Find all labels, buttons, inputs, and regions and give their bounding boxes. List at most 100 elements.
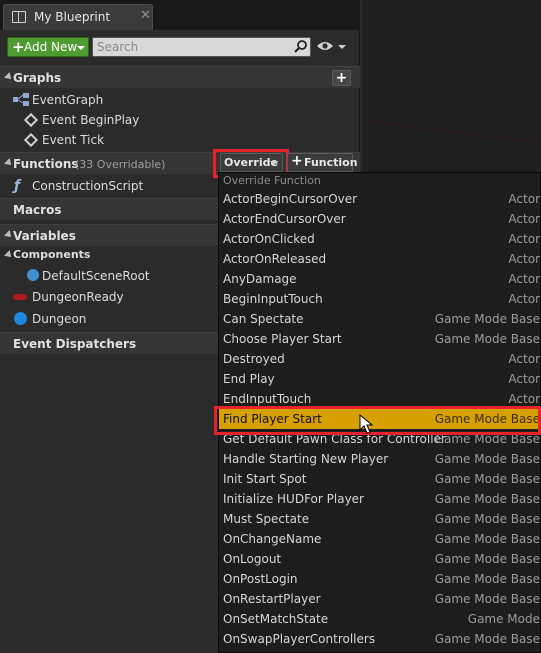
menu-item-name: AnyDamage (223, 272, 297, 286)
variable-item-label: DefaultSceneRoot (42, 269, 150, 283)
event-icon (23, 112, 39, 128)
section-graphs[interactable]: Graphs + (0, 66, 360, 88)
menu-item-name: Choose Player Start (223, 332, 342, 346)
section-title: Functions (13, 157, 79, 171)
menu-item[interactable]: Choose Player Start Game Mode Base (219, 329, 540, 349)
menu-item-name: Handle Starting New Player (223, 452, 389, 466)
graph-item-event-beginplay[interactable]: Event BeginPlay (0, 110, 220, 130)
menu-item[interactable]: Must Spectate Game Mode Base (219, 509, 540, 529)
components-title: Components (13, 248, 91, 261)
menu-item-name: Destroyed (223, 352, 285, 366)
menu-item[interactable]: OnSetMatchState Game Mode (219, 609, 540, 629)
graph-item-eventgraph[interactable]: EventGraph (0, 90, 220, 110)
menu-item-name: OnLogout (223, 552, 282, 566)
variable-item-dungeon[interactable]: Dungeon (0, 309, 220, 329)
function-item-constructionscript[interactable]: ƒ ConstructionScript (0, 176, 220, 196)
graph-item-label: Event Tick (42, 133, 105, 147)
add-new-button[interactable]: + Add New (7, 37, 89, 57)
tab-bar: My Blueprint ✕ (0, 0, 360, 30)
menu-item-category: Game Mode Base (434, 532, 540, 546)
selected-row-highlight-box (214, 406, 541, 435)
variable-item-label: DungeonReady (32, 290, 124, 304)
scene-component-icon (27, 269, 39, 281)
section-title: Event Dispatchers (13, 337, 137, 351)
section-title: Variables (13, 229, 76, 243)
menu-item-category: Game Mode Base (434, 552, 540, 566)
menu-item-category: Game Mode Base (434, 312, 540, 326)
menu-item[interactable]: Initialize HUDFor Player Game Mode Base (219, 489, 540, 509)
menu-item-category: Game Mode Base (434, 332, 540, 346)
menu-item[interactable]: OnPostLogin Game Mode Base (219, 569, 540, 589)
menu-item-category: Actor (508, 212, 540, 226)
menu-item-name: ActorOnReleased (223, 252, 327, 266)
menu-item[interactable]: Can Spectate Game Mode Base (219, 309, 540, 329)
menu-item-category: Actor (508, 292, 540, 306)
object-pill-icon (14, 312, 27, 325)
menu-item[interactable]: ActorOnClicked Actor (219, 229, 540, 249)
search-input[interactable]: Search (92, 37, 311, 57)
tab-label: My Blueprint (34, 10, 111, 24)
menu-item-name: ActorBeginCursorOver (223, 192, 358, 206)
event-graph-icon (13, 93, 29, 106)
variable-item-label: Dungeon (32, 312, 87, 326)
menu-item-name: ActorEndCursorOver (223, 212, 346, 226)
menu-item-name: Initialize HUDFor Player (223, 492, 364, 506)
close-icon[interactable]: ✕ (140, 8, 151, 23)
components-category[interactable]: Components (0, 246, 220, 264)
menu-item[interactable]: Init Start Spot Game Mode Base (219, 469, 540, 489)
menu-item-category: Actor (508, 352, 540, 366)
menu-item-name: OnPostLogin (223, 572, 298, 586)
function-icon: ƒ (14, 178, 21, 194)
section-title: Macros (13, 203, 62, 217)
menu-item[interactable]: ActorEndCursorOver Actor (219, 209, 540, 229)
variable-item-defaultsceneroot[interactable]: DefaultSceneRoot (0, 266, 220, 286)
add-graph-button[interactable]: + (332, 70, 351, 86)
menu-item-category: Actor (508, 232, 540, 246)
chevron-down-icon[interactable] (338, 45, 346, 49)
menu-item[interactable]: Destroyed Actor (219, 349, 540, 369)
menu-item[interactable]: OnSwapPlayerControllers Game Mode Base (219, 629, 540, 649)
menu-item[interactable]: ActorBeginCursorOver Actor (219, 189, 540, 209)
boolean-pill-icon (13, 294, 27, 300)
toolbar: + Add New Search (0, 30, 360, 62)
search-placeholder: Search (97, 40, 139, 54)
menu-item-name: ActorOnClicked (223, 232, 315, 246)
menu-item[interactable]: OnChangeName Game Mode Base (219, 529, 540, 549)
menu-item-category: Game Mode (467, 612, 540, 626)
function-item-label: ConstructionScript (32, 179, 144, 193)
menu-item-category: Actor (508, 252, 540, 266)
search-icon[interactable] (294, 40, 307, 53)
menu-item-name: OnSwapPlayerControllers (223, 632, 376, 646)
plus-icon: + (12, 38, 25, 56)
variable-item-dungeonready[interactable]: DungeonReady (0, 287, 220, 307)
menu-item-name: Init Start Spot (223, 472, 307, 486)
menu-item-name: Must Spectate (223, 512, 310, 526)
menu-item[interactable]: End Play Actor (219, 369, 540, 389)
add-function-button[interactable]: + Function (287, 153, 358, 172)
menu-item-name: End Play (223, 372, 275, 386)
add-new-label: Add New (24, 40, 78, 54)
menu-item-name: BeginInputTouch (223, 292, 323, 306)
tab-my-blueprint[interactable]: My Blueprint ✕ (3, 4, 153, 30)
menu-item-name: Can Spectate (223, 312, 304, 326)
graph-item-event-tick[interactable]: Event Tick (0, 130, 220, 150)
book-icon (12, 11, 26, 23)
menu-item-category: Game Mode Base (434, 592, 540, 606)
menu-item[interactable]: BeginInputTouch Actor (219, 289, 540, 309)
mouse-cursor-icon (359, 414, 373, 434)
eye-icon[interactable] (316, 40, 334, 52)
menu-item[interactable]: ActorOnReleased Actor (219, 249, 540, 269)
menu-item-category: Actor (508, 392, 540, 406)
menu-item[interactable]: Handle Starting New Player Game Mode Base (219, 449, 540, 469)
menu-item-name: OnSetMatchState (223, 612, 329, 626)
menu-item[interactable]: OnLogout Game Mode Base (219, 549, 540, 569)
menu-item-category: Actor (508, 272, 540, 286)
menu-item-category: Actor (508, 192, 540, 206)
menu-item[interactable]: OnRestartPlayer Game Mode Base (219, 589, 540, 609)
menu-item-category: Actor (508, 372, 540, 386)
chevron-down-icon (77, 46, 85, 50)
menu-item[interactable]: AnyDamage Actor (219, 269, 540, 289)
function-label: Function (304, 156, 358, 169)
menu-item-category: Game Mode Base (434, 512, 540, 526)
menu-item-category: Game Mode Base (434, 572, 540, 586)
